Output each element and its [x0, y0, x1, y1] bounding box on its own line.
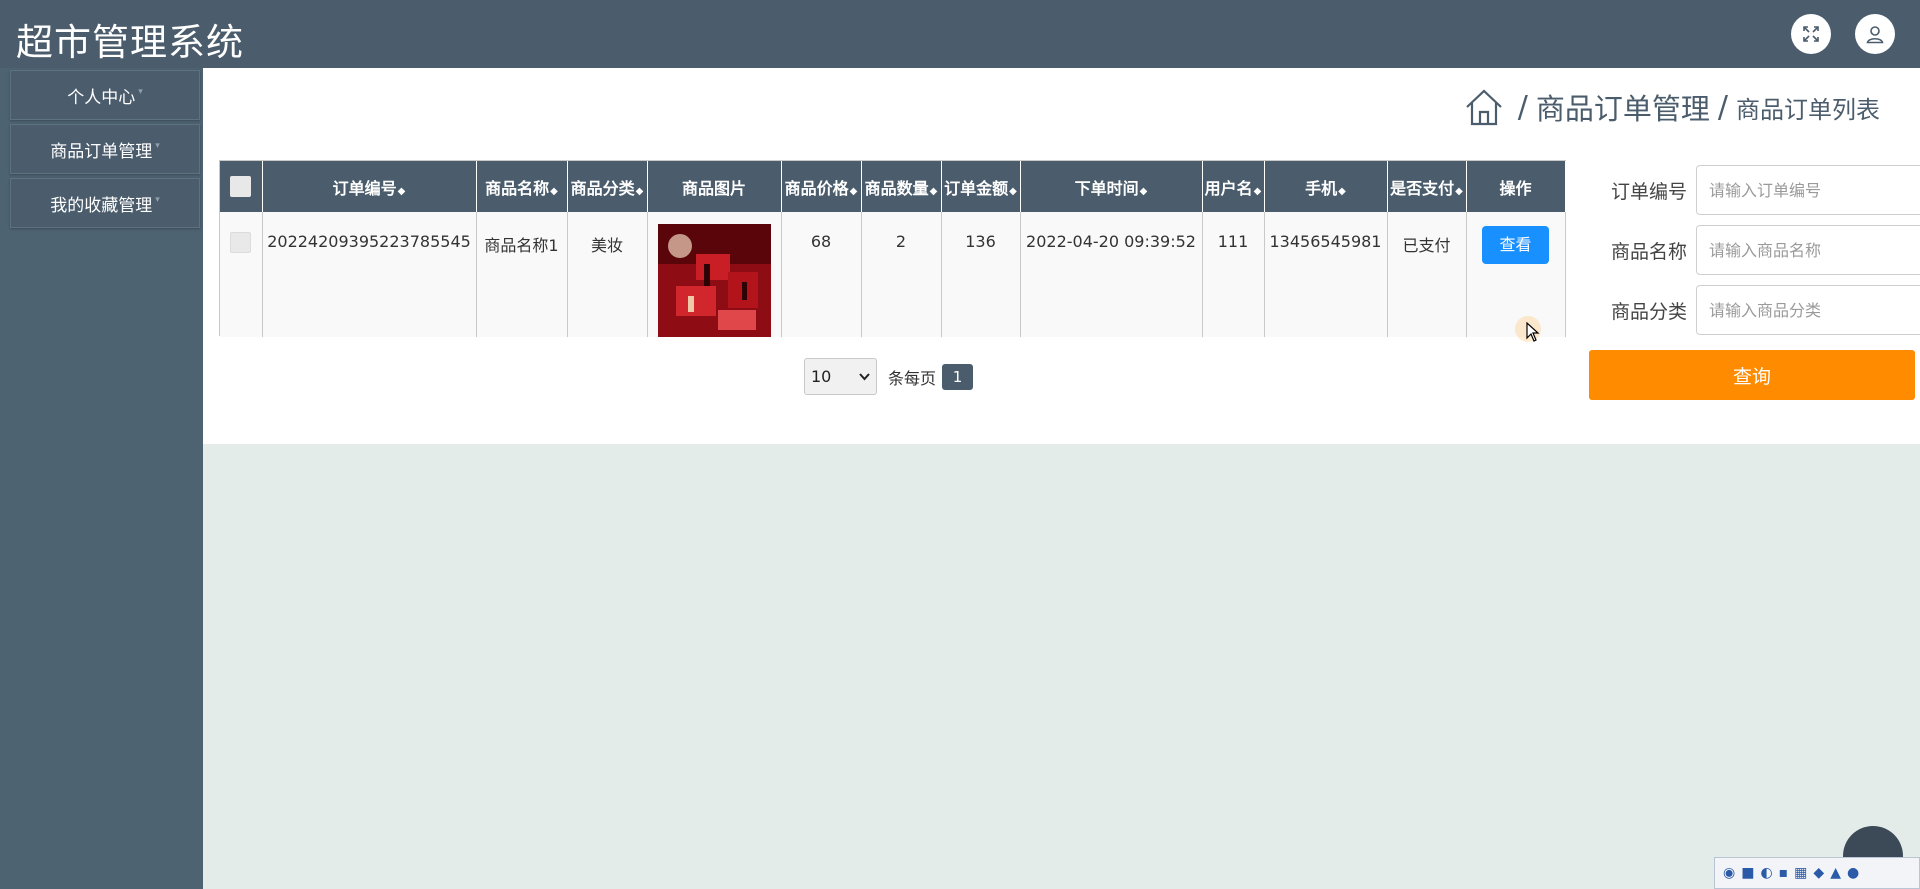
search-field-product-name: 商品名称	[1600, 225, 1920, 275]
sidebar-item-favorites-management[interactable]: 我的收藏管理 ▾	[10, 178, 200, 228]
ime-settings-icon[interactable]: ●	[1847, 865, 1859, 881]
sort-icon[interactable]: ◆	[636, 186, 644, 197]
product-name-label: 商品名称	[1610, 240, 1687, 263]
breadcrumb: / 商品订单管理 / 商品订单列表	[1464, 86, 1880, 128]
column-header-image: 商品图片	[647, 161, 782, 212]
caret-down-icon: ▾	[155, 141, 160, 151]
cell-actions: 查看	[1466, 212, 1566, 337]
cell-order-time: 2022-04-20 09:39:52	[1020, 212, 1203, 337]
order-no-input[interactable]	[1696, 165, 1920, 215]
column-header-action: 操作	[1466, 161, 1566, 212]
caret-down-icon: ▾	[138, 87, 143, 97]
column-header-amount[interactable]: 订单金额◆	[941, 161, 1021, 212]
select-all-checkbox[interactable]	[230, 176, 252, 197]
pagination: 10 条每页 1	[804, 358, 974, 395]
sidebar-item-label: 商品订单管理	[50, 141, 153, 162]
cell-phone: 13456545981	[1264, 212, 1388, 337]
row-select-cell	[220, 212, 263, 337]
product-name-input[interactable]	[1696, 225, 1920, 275]
top-bar: 超市管理系统	[0, 0, 1920, 68]
ime-logo-icon[interactable]: ◉	[1723, 865, 1735, 881]
sort-icon[interactable]: ◆	[1254, 186, 1262, 197]
cell-price: 68	[781, 212, 862, 337]
sort-icon[interactable]: ◆	[1009, 186, 1017, 197]
select-all-header[interactable]	[220, 161, 263, 212]
sort-icon[interactable]: ◆	[398, 186, 406, 197]
home-icon[interactable]	[1464, 87, 1504, 127]
sort-icon[interactable]: ◆	[850, 186, 858, 197]
sort-icon[interactable]: ◆	[550, 186, 558, 197]
search-button[interactable]: 查询	[1589, 350, 1915, 400]
column-header-phone[interactable]: 手机◆	[1264, 161, 1388, 212]
sort-icon[interactable]: ◆	[1338, 186, 1346, 197]
user-icon	[1866, 26, 1884, 44]
sidebar-item-label: 我的收藏管理	[50, 195, 153, 216]
ime-punct-icon[interactable]: ▪	[1779, 865, 1789, 881]
sort-icon[interactable]: ◆	[1140, 186, 1148, 197]
caret-down-icon: ▾	[155, 195, 160, 205]
cell-paid-status: 已支付	[1387, 212, 1467, 337]
sidebar: 个人中心 ▾ 商品订单管理 ▾ 我的收藏管理 ▾	[0, 68, 203, 889]
ime-toolbar[interactable]: ◉ ■ ◐ ▪ ▦ ◆ ▲ ●	[1714, 857, 1920, 889]
ime-mode-icon[interactable]: ■	[1741, 865, 1754, 881]
main-panel: / 商品订单管理 / 商品订单列表 订单编号◆ 商品名称◆ 商品分类◆ 商品图片…	[203, 68, 1920, 444]
ime-tools-icon[interactable]: ▲	[1830, 865, 1841, 881]
breadcrumb-section[interactable]: 商品订单管理	[1536, 86, 1710, 128]
column-header-product-name[interactable]: 商品名称◆	[476, 161, 568, 212]
sidebar-item-label: 个人中心	[67, 87, 136, 108]
column-header-quantity[interactable]: 商品数量◆	[861, 161, 942, 212]
category-input[interactable]	[1696, 285, 1920, 335]
row-checkbox[interactable]	[230, 232, 252, 253]
sidebar-item-order-management[interactable]: 商品订单管理 ▾	[10, 124, 200, 174]
view-button[interactable]: 查看	[1482, 226, 1549, 264]
cell-amount: 136	[941, 212, 1021, 337]
cell-quantity: 2	[861, 212, 942, 337]
search-field-order-no: 订单编号	[1600, 165, 1920, 215]
column-header-paid[interactable]: 是否支付◆	[1387, 161, 1467, 212]
cell-product-name: 商品名称1	[476, 212, 568, 337]
cell-category: 美妆	[567, 212, 648, 337]
ime-skin-icon[interactable]: ◆	[1813, 865, 1824, 881]
search-field-category: 商品分类	[1600, 285, 1920, 335]
column-header-order-no[interactable]: 订单编号◆	[262, 161, 477, 212]
column-header-category[interactable]: 商品分类◆	[567, 161, 648, 212]
cell-product-image	[647, 212, 782, 337]
expand-icon	[1803, 26, 1819, 42]
ime-keyboard-icon[interactable]: ▦	[1794, 865, 1807, 881]
page-number-current[interactable]: 1	[942, 363, 974, 390]
fullscreen-button[interactable]	[1791, 14, 1831, 54]
page-size-select[interactable]: 10	[804, 358, 877, 395]
app-title: 超市管理系统	[16, 21, 244, 64]
sidebar-item-personal-center[interactable]: 个人中心 ▾	[10, 70, 200, 120]
per-page-label: 条每页	[888, 368, 937, 388]
order-no-label: 订单编号	[1610, 180, 1687, 203]
table-row: 20224209395223785545 商品名称1 美妆 68 2 136 2…	[220, 212, 1566, 337]
sort-icon[interactable]: ◆	[930, 186, 938, 197]
mouse-cursor-icon	[1526, 322, 1540, 342]
cell-order-no: 20224209395223785545	[262, 212, 477, 337]
ime-moon-icon[interactable]: ◐	[1760, 865, 1772, 881]
table-header-row: 订单编号◆ 商品名称◆ 商品分类◆ 商品图片 商品价格◆ 商品数量◆ 订单金额◆…	[220, 161, 1566, 212]
user-button[interactable]	[1855, 14, 1895, 54]
breadcrumb-current-page: 商品订单列表	[1736, 95, 1880, 124]
cell-username: 111	[1202, 212, 1265, 337]
orders-table: 订单编号◆ 商品名称◆ 商品分类◆ 商品图片 商品价格◆ 商品数量◆ 订单金额◆…	[219, 160, 1566, 337]
breadcrumb-separator: /	[1517, 89, 1528, 125]
category-label: 商品分类	[1610, 300, 1687, 323]
page-size-value: 10	[811, 367, 832, 386]
column-header-price[interactable]: 商品价格◆	[781, 161, 862, 212]
breadcrumb-separator: /	[1717, 89, 1728, 125]
chevron-down-icon	[859, 372, 870, 380]
column-header-order-time[interactable]: 下单时间◆	[1020, 161, 1203, 212]
product-image[interactable]	[657, 224, 771, 337]
column-header-username[interactable]: 用户名◆	[1202, 161, 1265, 212]
sort-icon[interactable]: ◆	[1455, 186, 1463, 197]
